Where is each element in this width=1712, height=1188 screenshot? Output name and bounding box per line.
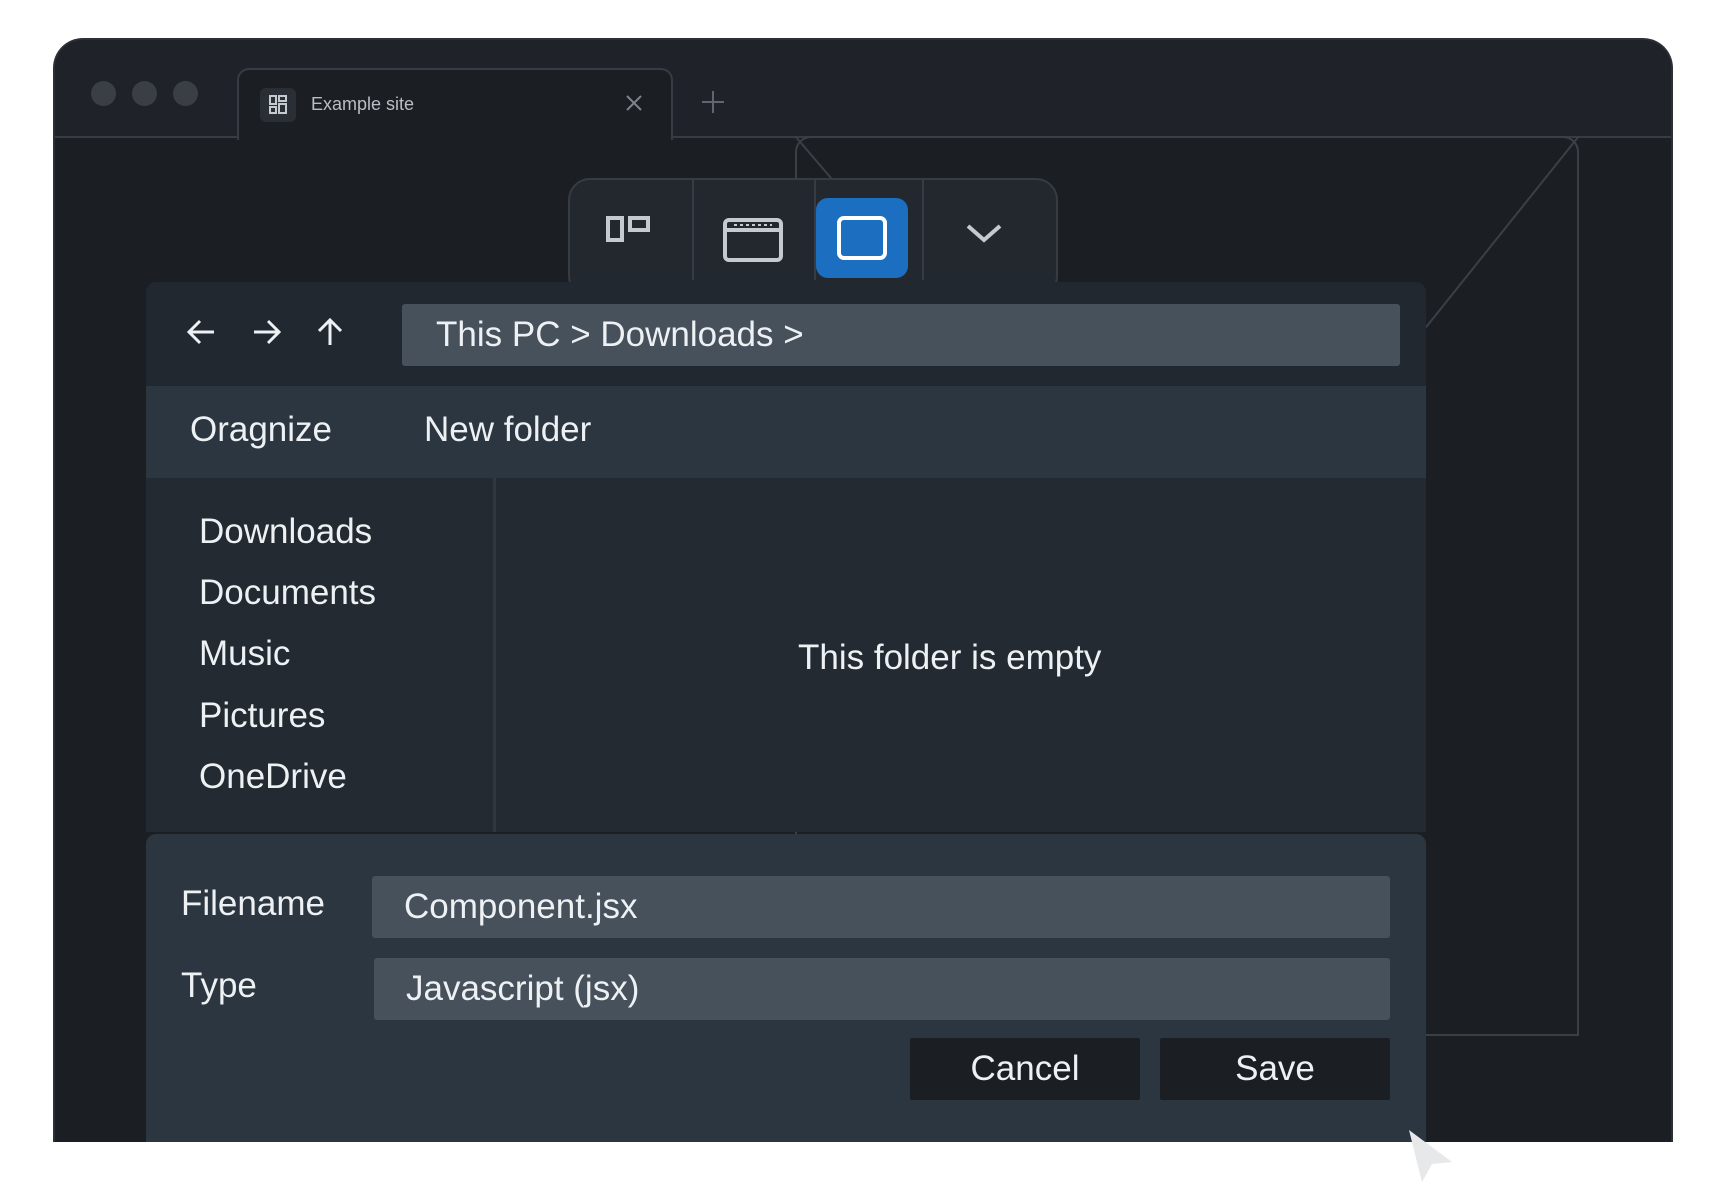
filename-label: Filename [181,884,325,923]
browser-titlebar: Example site [55,40,1671,140]
window-maximize-dot[interactable] [173,81,198,106]
dialog-content: Downloads Documents Music Pictures OneDr… [146,478,1426,832]
save-button[interactable]: Save [1160,1038,1390,1100]
window-close-dot[interactable] [91,81,116,106]
tab-title: Example site [311,94,415,114]
sidebar-item-onedrive[interactable]: OneDrive [199,757,347,797]
empty-folder-message: This folder is empty [798,638,1102,677]
dialog-footer: Filename Component.jsx Type Javascript (… [146,834,1426,1142]
mouse-cursor-icon [1409,1130,1452,1182]
arrow-left-icon[interactable] [182,312,222,352]
view-toolbar [568,178,1058,298]
window-icon[interactable] [694,180,814,280]
close-icon[interactable] [619,88,649,118]
filename-input[interactable]: Component.jsx [372,876,1390,938]
new-folder-button[interactable]: New folder [424,410,591,450]
arrow-up-icon[interactable] [310,312,350,352]
sidebar-item-pictures[interactable]: Pictures [199,696,325,736]
sidebar-item-music[interactable]: Music [199,634,290,674]
cancel-button[interactable]: Cancel [910,1038,1140,1100]
monitor-icon[interactable] [816,198,908,278]
dialog-menu-bar: Oragnize New folder [146,386,1426,478]
save-file-dialog: This PC > Downloads > Oragnize New folde… [146,282,1426,1142]
sidebar-item-documents[interactable]: Documents [199,573,376,613]
chevron-down-icon[interactable] [924,180,1044,280]
type-select[interactable]: Javascript (jsx) [374,958,1390,1020]
plus-icon[interactable] [699,88,727,116]
dialog-nav-bar: This PC > Downloads > [146,282,1426,386]
folder-sidebar: Downloads Documents Music Pictures OneDr… [146,478,496,832]
sidebar-item-downloads[interactable]: Downloads [199,512,372,552]
address-bar[interactable]: This PC > Downloads > [402,304,1400,366]
layout-icon[interactable] [570,180,690,280]
window-minimize-dot[interactable] [132,81,157,106]
grid-icon [260,88,296,122]
type-label: Type [181,966,257,1005]
organize-menu[interactable]: Oragnize [190,410,332,450]
arrow-right-icon[interactable] [246,312,286,352]
browser-tab[interactable]: Example site [237,68,673,140]
